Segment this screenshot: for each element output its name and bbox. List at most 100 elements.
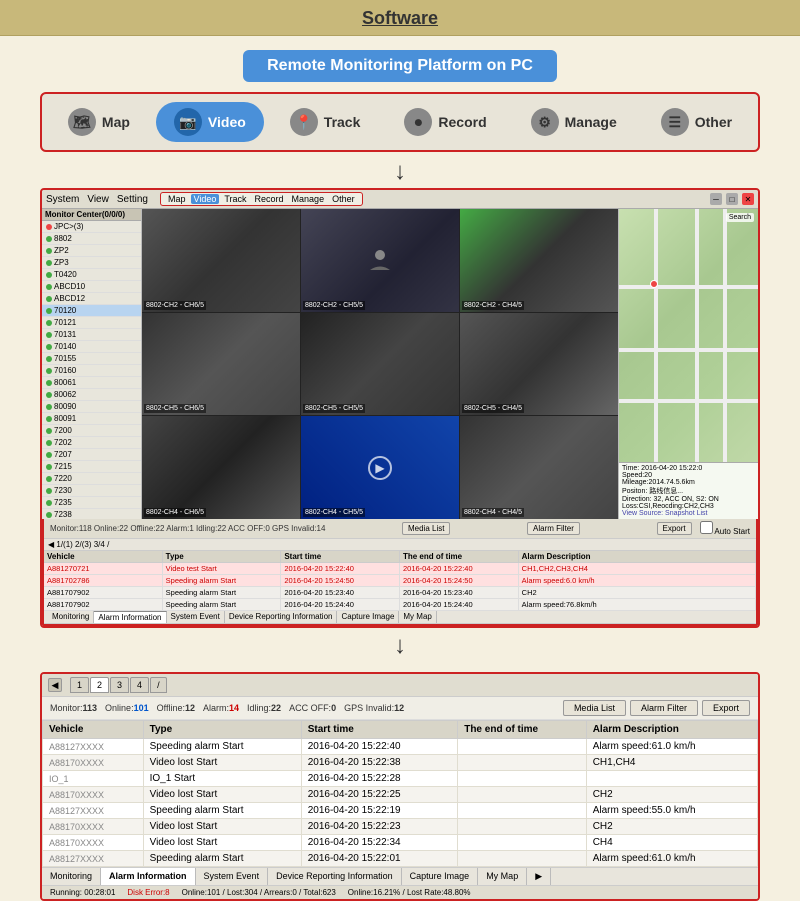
mini-other[interactable]: Other — [329, 194, 358, 204]
menu-setting[interactable]: Setting — [117, 194, 148, 205]
bp-media-list-btn[interactable]: Media List — [563, 700, 626, 716]
table-row[interactable]: Speeding alarm Start — [163, 599, 282, 611]
bptab-capture[interactable]: Capture Image — [402, 868, 479, 885]
mini-video[interactable]: Video — [191, 194, 220, 204]
sidebar-item[interactable]: 80091 — [42, 413, 141, 425]
table-row[interactable]: A88170XXXX Video lost Start 2016-04-20 1… — [43, 819, 758, 835]
table-row[interactable]: A881270721 — [44, 563, 163, 575]
table-row[interactable]: Speeding alarm Start — [163, 575, 282, 587]
table-row[interactable]: A881707902 — [44, 587, 163, 599]
video-cell-2[interactable]: 8802-CH2 - CH5/5 — [301, 209, 459, 312]
sidebar-item[interactable]: 7238 — [42, 509, 141, 519]
table-row[interactable]: 2016-04-20 15:24:40 — [281, 599, 400, 611]
tab-monitoring[interactable]: Monitoring — [48, 611, 94, 623]
sidebar-item[interactable]: 7215 — [42, 461, 141, 473]
table-row[interactable]: 2016-04-20 15:23:40 — [400, 587, 519, 599]
bptab-alarm-info[interactable]: Alarm Information — [101, 868, 196, 885]
table-row[interactable]: 2016-04-20 15:24:50 — [281, 575, 400, 587]
sidebar-item[interactable]: ZP2 — [42, 245, 141, 257]
sidebar-item[interactable]: 7200 — [42, 425, 141, 437]
minimize-btn[interactable]: ─ — [710, 193, 722, 205]
sidebar-item[interactable]: ABCD12 — [42, 293, 141, 305]
sidebar-item[interactable]: 7230 — [42, 485, 141, 497]
table-row[interactable]: A881707902 — [44, 599, 163, 611]
export-mini-btn[interactable]: Export — [657, 522, 692, 535]
nav-manage[interactable]: ⚙ Manage — [513, 102, 635, 142]
video-cell-3[interactable]: 8802-CH2 - CH4/5 — [460, 209, 618, 312]
map-area[interactable]: Search — [619, 209, 758, 462]
video-cell-6[interactable]: 8802-CH5 - CH4/5 — [460, 313, 618, 416]
maximize-btn[interactable]: □ — [726, 193, 738, 205]
video-cell-5[interactable]: 8802-CH5 - CH5/5 — [301, 313, 459, 416]
table-row[interactable]: Speeding alarm Start — [163, 587, 282, 599]
table-row[interactable]: A88127XXXX Speeding alarm Start 2016-04-… — [43, 851, 758, 867]
sidebar-item[interactable]: 80090 — [42, 401, 141, 413]
auto-start-label[interactable]: Auto Start — [700, 521, 750, 536]
table-row[interactable]: 2016-04-20 15:22:40 — [281, 563, 400, 575]
sidebar-item[interactable]: 7202 — [42, 437, 141, 449]
bp-tab-4[interactable]: 4 — [130, 677, 149, 693]
table-row[interactable]: CH1,CH2,CH3,CH4 — [519, 563, 756, 575]
bp-export-btn[interactable]: Export — [702, 700, 750, 716]
alarm-filter-mini-btn[interactable]: Alarm Filter — [527, 522, 580, 535]
sidebar-item[interactable]: 70120 — [42, 305, 141, 317]
sidebar-item[interactable]: 70140 — [42, 341, 141, 353]
table-row[interactable]: 2016-04-20 15:22:40 — [400, 563, 519, 575]
table-row[interactable]: 2016-04-20 15:24:40 — [400, 599, 519, 611]
sidebar-item[interactable]: ZP3 — [42, 257, 141, 269]
bptab-system-event[interactable]: System Event — [196, 868, 269, 885]
table-row[interactable]: A88170XXXX Video lost Start 2016-04-20 1… — [43, 787, 758, 803]
mini-record[interactable]: Record — [252, 194, 287, 204]
video-cell-7[interactable]: 8802-CH4 - CH6/5 — [142, 416, 300, 519]
bp-tab-3[interactable]: 3 — [110, 677, 129, 693]
nav-video[interactable]: 📷 Video — [156, 102, 264, 142]
nav-map[interactable]: 🗺 Map — [50, 102, 148, 142]
menu-view[interactable]: View — [87, 194, 109, 205]
sidebar-item[interactable]: 7235 — [42, 497, 141, 509]
mini-track[interactable]: Track — [221, 194, 249, 204]
tab-mymap[interactable]: My Map — [399, 611, 436, 623]
sidebar-item[interactable]: T0420 — [42, 269, 141, 281]
table-row[interactable]: Video test Start — [163, 563, 282, 575]
nav-record[interactable]: ⏺ Record — [386, 102, 504, 142]
table-row[interactable]: A88170XXXX Video lost Start 2016-04-20 1… — [43, 835, 758, 851]
tab-system-event[interactable]: System Event — [167, 611, 225, 623]
sidebar-item[interactable]: ABCD10 — [42, 281, 141, 293]
video-cell-4[interactable]: 8802-CH5 - CH6/5 — [142, 313, 300, 416]
bptab-device-reporting[interactable]: Device Reporting Information — [268, 868, 402, 885]
auto-start-checkbox[interactable] — [700, 521, 713, 534]
table-row[interactable]: A88127XXXX Speeding alarm Start 2016-04-… — [43, 739, 758, 755]
nav-other[interactable]: ☰ Other — [643, 102, 750, 142]
bptab-monitoring[interactable]: Monitoring — [42, 868, 101, 885]
table-row[interactable]: Alarm speed:6.0 km/h — [519, 575, 756, 587]
bptab-arrow-right[interactable]: ▶ — [527, 868, 551, 885]
mini-manage[interactable]: Manage — [289, 194, 328, 204]
sidebar-item[interactable]: 70155 — [42, 353, 141, 365]
video-cell-8[interactable]: ▶ 8802-CH4 - CH5/5 — [301, 416, 459, 519]
video-cell-9[interactable]: 8802-CH4 - CH4/5 — [460, 416, 618, 519]
tab-alarm-info[interactable]: Alarm Information — [94, 611, 166, 623]
bp-tab-1[interactable]: 1 — [70, 677, 89, 693]
nav-track[interactable]: 📍 Track — [272, 102, 379, 142]
map-search[interactable]: Search — [726, 213, 754, 222]
table-row[interactable]: A88127XXXX Speeding alarm Start 2016-04-… — [43, 803, 758, 819]
video-cell-1[interactable]: 8802-CH2 - CH6/5 — [142, 209, 300, 312]
sidebar-item[interactable]: 7220 — [42, 473, 141, 485]
sidebar-item[interactable]: 80061 — [42, 377, 141, 389]
sidebar-item[interactable]: 70121 — [42, 317, 141, 329]
close-btn[interactable]: ✕ — [742, 193, 754, 205]
bptab-mymap[interactable]: My Map — [478, 868, 527, 885]
menu-system[interactable]: System — [46, 194, 79, 205]
table-row[interactable]: A88170XXXX Video lost Start 2016-04-20 1… — [43, 755, 758, 771]
table-row[interactable]: A881702786 — [44, 575, 163, 587]
sidebar-item[interactable]: JPC>(3) — [42, 221, 141, 233]
sidebar-item[interactable]: 7207 — [42, 449, 141, 461]
table-row[interactable]: Alarm speed:76.8km/h — [519, 599, 756, 611]
sidebar-item[interactable]: 8802 — [42, 233, 141, 245]
bp-tab-2[interactable]: 2 — [90, 677, 109, 693]
nav-pages[interactable]: ◀ 1/(1) 2/(3) 3/4 / — [48, 540, 109, 549]
tab-device-reporting[interactable]: Device Reporting Information — [225, 611, 338, 623]
sidebar-item[interactable]: 70160 — [42, 365, 141, 377]
table-row[interactable]: CH2 — [519, 587, 756, 599]
mini-map[interactable]: Map — [165, 194, 189, 204]
